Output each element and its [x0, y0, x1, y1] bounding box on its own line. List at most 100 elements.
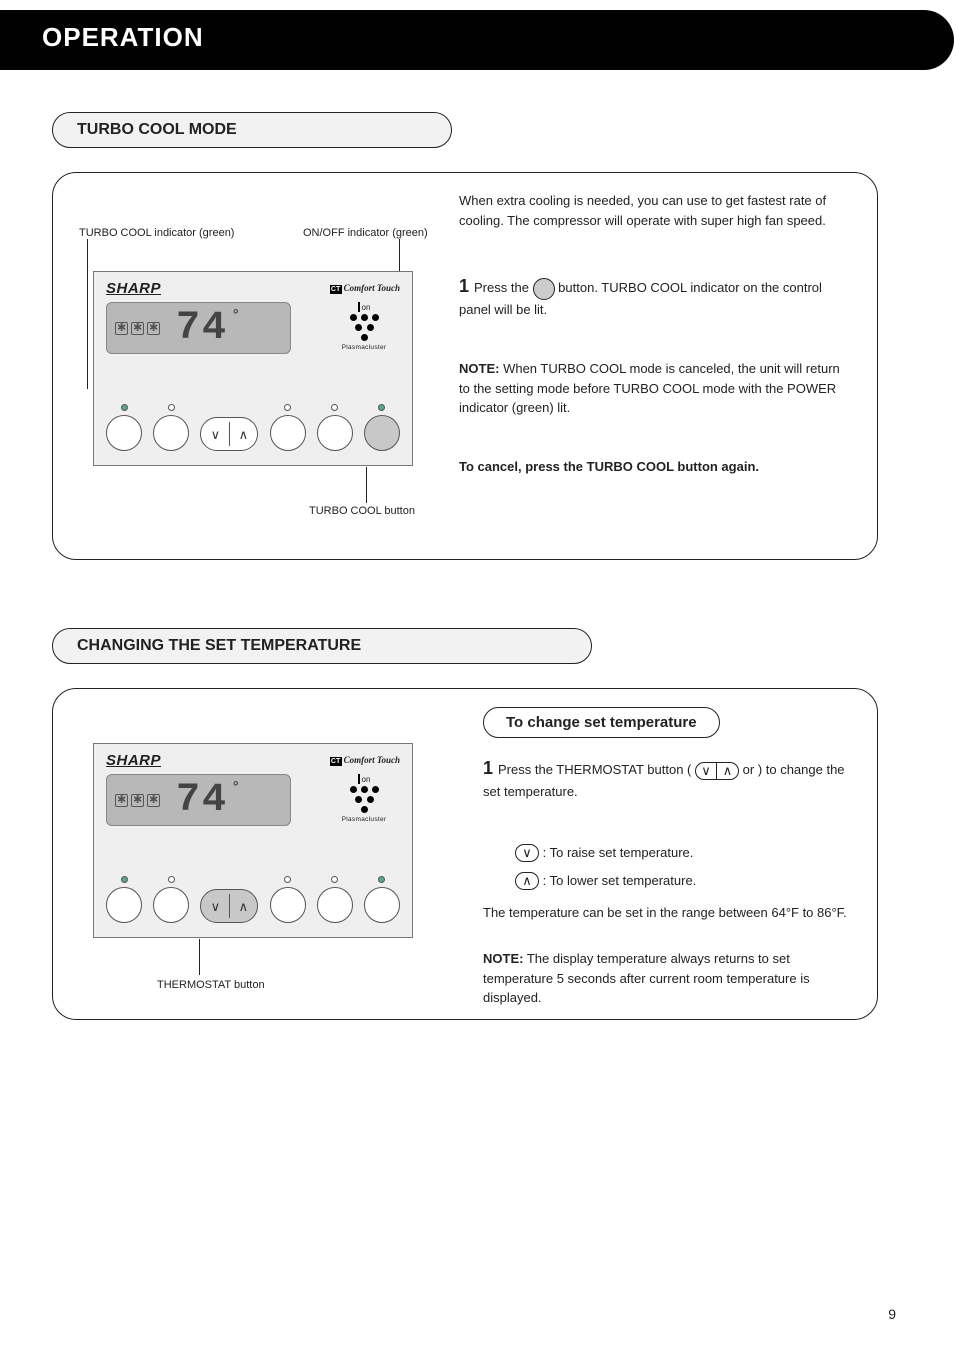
- plasmacluster-block: on Plasmacluster: [334, 300, 394, 351]
- plasmacluster-label: Plasmacluster: [334, 344, 394, 351]
- inner-title-wrap: To change set temperature: [483, 707, 720, 738]
- btn4-group: [317, 404, 353, 451]
- chevron-up-icon: ∧: [239, 428, 249, 441]
- note-heading-1: NOTE:: [459, 361, 499, 376]
- callout-line-thermostat: [199, 939, 200, 975]
- section1-cancel: To cancel, press the TURBO COOL button a…: [459, 457, 849, 477]
- chevron-down-icon: ∨: [211, 428, 221, 441]
- step-number-1b: 1: [483, 758, 498, 778]
- plasmacluster-icon: [344, 314, 384, 342]
- callout-a: TURBO COOL indicator (green): [79, 225, 234, 242]
- section2-title: CHANGING THE SET TEMPERATURE: [77, 637, 361, 654]
- button-2[interactable]: [153, 415, 189, 451]
- bullet2-text: : To lower set temperature.: [543, 873, 697, 888]
- section1-body2: 1 Press the button. TURBO COOL indicator…: [459, 273, 849, 320]
- fan-icon: [147, 794, 160, 807]
- section2-box: To change set temperature SHARP CTComfor…: [52, 688, 878, 1020]
- fan-icon: [147, 322, 160, 335]
- sharp-logo: SHARP: [106, 280, 161, 297]
- bullet1-text: : To raise set temperature.: [543, 845, 694, 860]
- comfort-touch-label: CTComfort Touch: [330, 755, 400, 766]
- comfort-text: Comfort Touch: [344, 283, 400, 293]
- page-header-title: OPERATION: [42, 22, 204, 53]
- indicator-2: [168, 404, 175, 411]
- callout-c: TURBO COOL button: [309, 503, 415, 520]
- fan-icon: [131, 322, 144, 335]
- note-heading-2: NOTE:: [483, 951, 523, 966]
- thermostat-down[interactable]: ∨: [201, 890, 229, 922]
- section1-title-box: TURBO COOL MODE: [52, 112, 452, 148]
- turbo-cool-button[interactable]: [106, 415, 142, 451]
- bullet1: ∨ : To raise set temperature.: [515, 843, 855, 863]
- callout-line-a: [87, 239, 88, 389]
- sharp-logo: SHARP: [106, 752, 161, 769]
- lcd-display: 74°: [106, 774, 291, 826]
- chevron-down-icon: ∨: [211, 900, 221, 913]
- button-4[interactable]: [317, 887, 353, 923]
- fan-speed-icons: [115, 322, 160, 335]
- comfort-badge: CT: [330, 285, 342, 294]
- chevron-up-icon: ∧: [515, 872, 539, 890]
- button-4[interactable]: [317, 415, 353, 451]
- button-3[interactable]: [270, 887, 306, 923]
- thermostat-down[interactable]: ∨: [201, 418, 229, 450]
- indicator-2: [168, 876, 175, 883]
- onoff-button[interactable]: [364, 887, 400, 923]
- callout-line-c: [366, 467, 367, 503]
- lcd-temperature: 74°: [176, 778, 228, 823]
- ion-label: on: [334, 300, 394, 312]
- button-3[interactable]: [270, 415, 306, 451]
- s2-body1-a: Press the THERMOSTAT button (: [498, 762, 691, 777]
- indicator-3: [284, 876, 291, 883]
- fan-icon: [115, 794, 128, 807]
- section1-box: When extra cooling is needed, you can us…: [52, 172, 878, 560]
- range-a: The temperature can be set in the range: [483, 905, 719, 920]
- degree-mark: °: [232, 308, 242, 324]
- thermostat-rocker[interactable]: ∨ ∧: [200, 417, 258, 451]
- section2-bullets: ∨ : To raise set temperature. ∧ : To low…: [515, 843, 855, 890]
- inner-title: To change set temperature: [483, 707, 720, 738]
- plasmacluster-block: on Plasmacluster: [334, 772, 394, 823]
- ion-label: on: [334, 772, 394, 784]
- onoff-group: [364, 876, 400, 923]
- indicator-4: [331, 404, 338, 411]
- callout-thermostat: THERMOSTAT button: [157, 977, 265, 994]
- comfort-touch-label: CTComfort Touch: [330, 283, 400, 294]
- control-panel-2: SHARP CTComfort Touch 74° on Plasmaclust…: [93, 743, 413, 938]
- thermostat-rocker[interactable]: ∨ ∧: [200, 889, 258, 923]
- fan-icon: [115, 322, 128, 335]
- onoff-button[interactable]: [364, 415, 400, 451]
- comfort-badge: CT: [330, 757, 342, 766]
- button-2[interactable]: [153, 887, 189, 923]
- section2-range: The temperature can be set in the range …: [483, 903, 853, 923]
- degree-mark: °: [232, 780, 242, 796]
- rocker-left-icon: ∨: [695, 762, 717, 780]
- indicator-3: [284, 404, 291, 411]
- section2-body1: 1 Press the THERMOSTAT button ( ∨∧ or ) …: [483, 755, 853, 802]
- onoff-indicator: [378, 404, 385, 411]
- lcd-temperature: 74°: [176, 306, 228, 351]
- thermostat-group: ∨ ∧: [200, 878, 258, 923]
- onoff-group: [364, 404, 400, 451]
- btn2-group: [153, 876, 189, 923]
- section2-title-box: CHANGING THE SET TEMPERATURE: [52, 628, 592, 664]
- thermostat-up[interactable]: ∧: [229, 418, 257, 450]
- plasmacluster-label: Plasmacluster: [334, 816, 394, 823]
- s2-body1-b: or: [743, 762, 758, 777]
- thermostat-up[interactable]: ∧: [229, 890, 257, 922]
- chevron-down-icon: ∨: [515, 844, 539, 862]
- range-b: between 64°F to 86°F.: [719, 905, 847, 920]
- rocker-divider: [229, 894, 230, 918]
- chevron-up-icon: ∧: [239, 900, 249, 913]
- plasmacluster-icon: [344, 786, 384, 814]
- body2-a: Press the: [474, 280, 533, 295]
- btn3-group: [270, 404, 306, 451]
- btn4-group: [317, 876, 353, 923]
- turbo-cool-group: [106, 404, 142, 451]
- indicator-4: [331, 876, 338, 883]
- turbo-cool-button-icon: [533, 278, 555, 300]
- temp-value: 74: [176, 306, 228, 351]
- control-panel-1: SHARP CTComfort Touch 74° on Plasmaclust…: [93, 271, 413, 466]
- comfort-text: Comfort Touch: [344, 755, 400, 765]
- turbo-cool-button[interactable]: [106, 887, 142, 923]
